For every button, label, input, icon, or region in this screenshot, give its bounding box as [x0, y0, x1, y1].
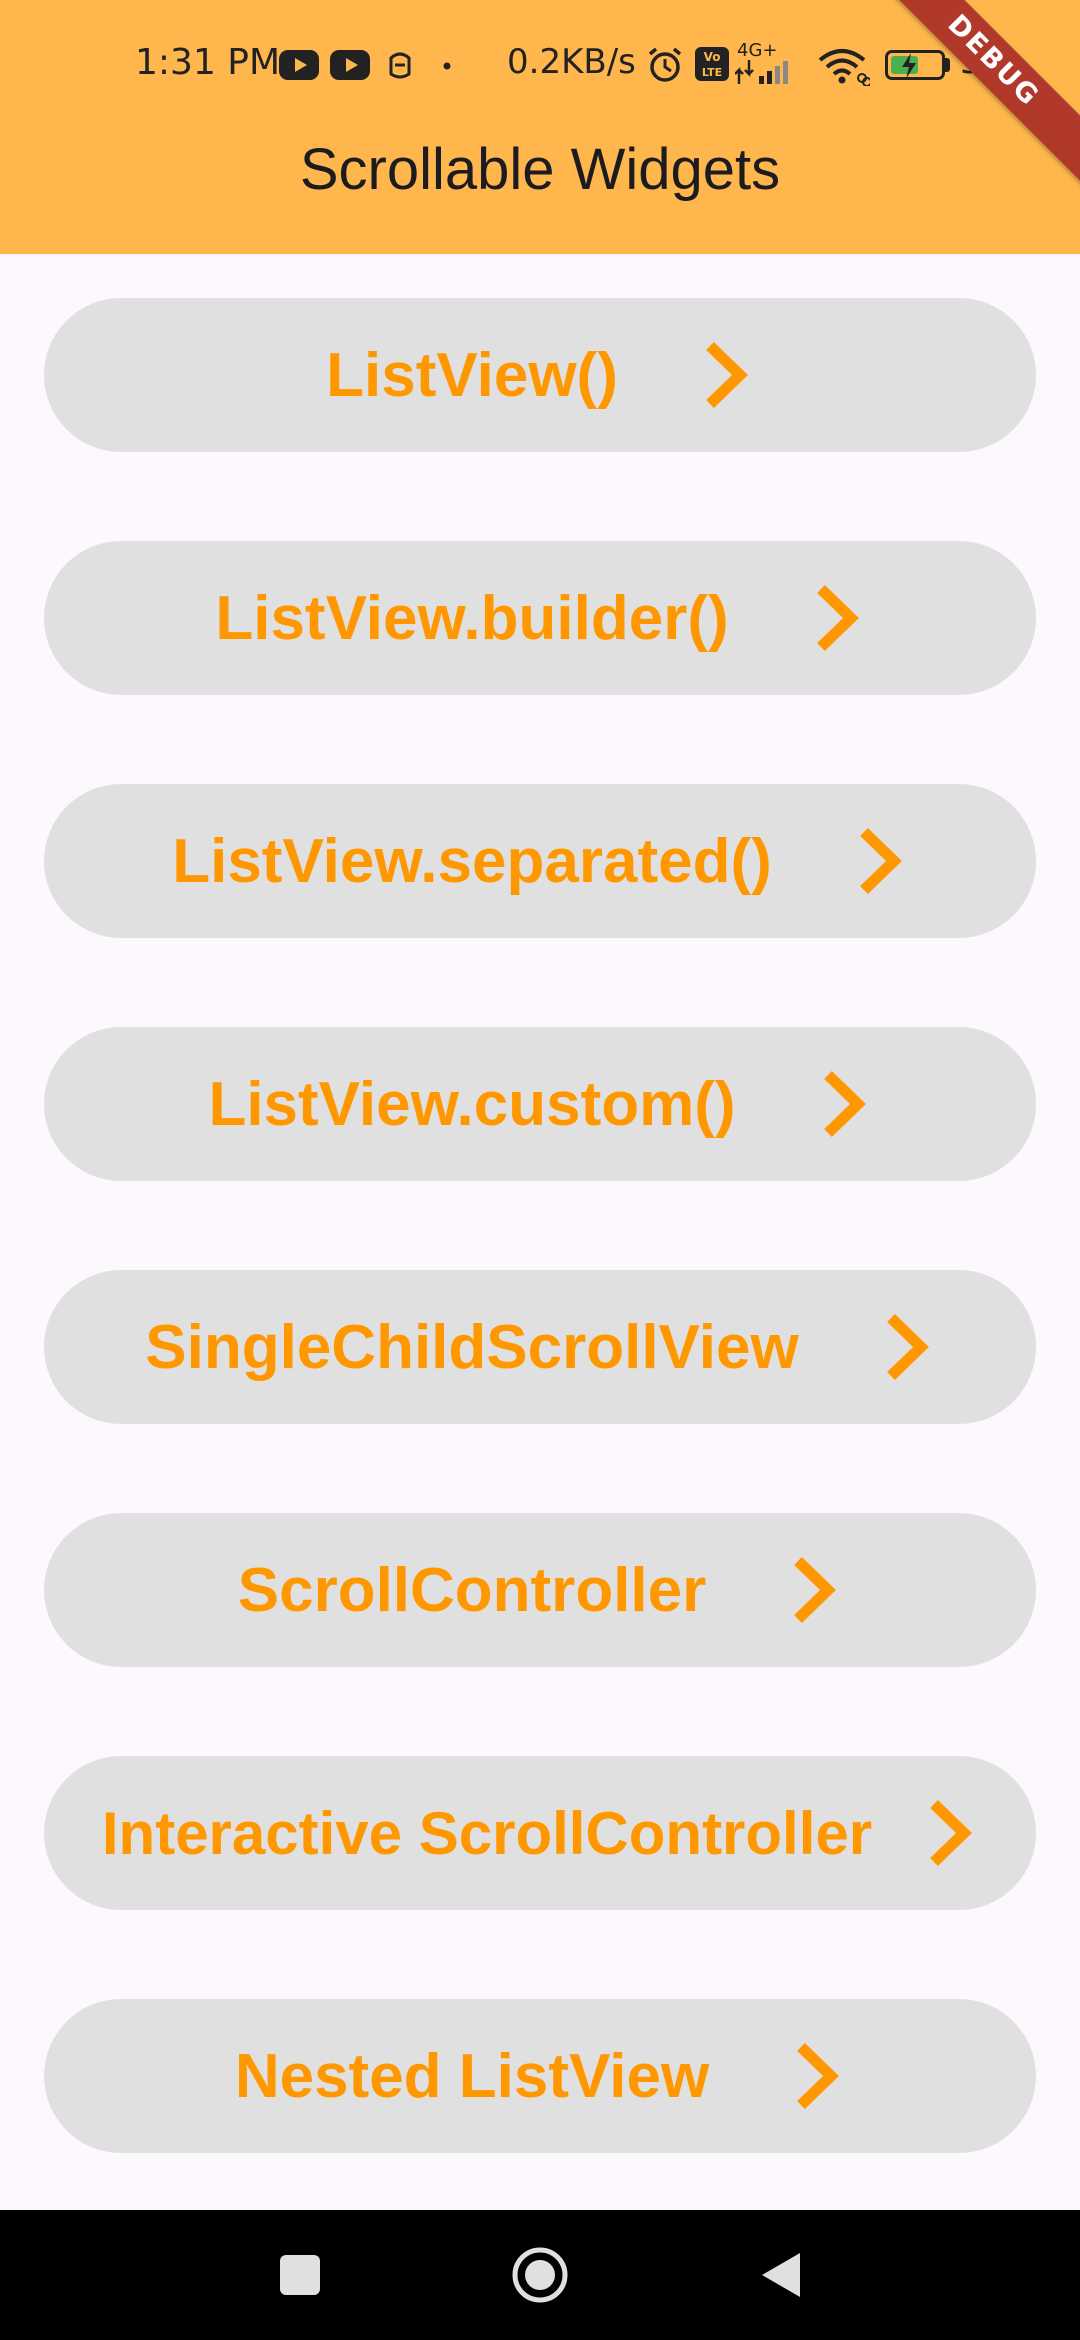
chevron-right-icon	[706, 342, 748, 408]
chevron-right-icon	[859, 828, 902, 894]
battery-nub	[945, 58, 950, 72]
status-time: 1:31 PM	[135, 42, 281, 83]
scroll-controller-button[interactable]: ScrollController	[44, 1513, 1036, 1667]
listview-custom-button[interactable]: ListView.custom()	[44, 1027, 1036, 1181]
page-title: Scrollable Widgets	[299, 137, 781, 202]
svg-text:LTE: LTE	[702, 66, 722, 79]
svg-text:Vo: Vo	[704, 50, 721, 64]
alarm-icon	[648, 47, 682, 82]
chevron-right-icon	[823, 1071, 866, 1137]
single-child-scroll-view-button[interactable]: SingleChildScrollView	[44, 1270, 1036, 1424]
button-label: ListView()	[326, 340, 618, 410]
youtube-notification-icon	[279, 50, 319, 80]
battery-icon	[885, 50, 945, 80]
listview-builder-button[interactable]: ListView.builder()	[44, 541, 1036, 695]
button-label: SingleChildScrollView	[145, 1312, 799, 1382]
more-notifications-dot-icon	[443, 62, 451, 70]
system-navigation-bar	[0, 2210, 1080, 2340]
chevron-right-icon	[816, 585, 859, 651]
app-bar: 1:31 PM 0.2KB/s Vo LTE 4G+ Scrollable Wi…	[0, 0, 1080, 254]
chevron-right-icon	[797, 2043, 840, 2109]
assistant-notification-icon	[389, 52, 411, 79]
volte-icon: Vo LTE	[695, 47, 729, 81]
interactive-scroll-controller-button[interactable]: Interactive ScrollController	[44, 1756, 1036, 1910]
signal-strength-icon	[735, 60, 788, 84]
chevron-right-icon	[886, 1314, 929, 1380]
chevron-right-icon	[930, 1800, 973, 1866]
nested-listview-button[interactable]: Nested ListView	[44, 1999, 1036, 2153]
button-label: Nested ListView	[234, 2041, 710, 2111]
chevron-right-icon	[794, 1557, 837, 1623]
recent-apps-icon[interactable]	[270, 2245, 330, 2305]
youtube-notification-icon	[330, 50, 370, 80]
network-speed: 0.2KB/s	[507, 42, 636, 82]
status-bar: 1:31 PM 0.2KB/s Vo LTE 4G+	[0, 28, 1080, 98]
listview-button[interactable]: ListView()	[44, 298, 1036, 452]
widget-list: ListView() ListView.builder() ListView.s…	[44, 298, 1036, 2242]
listview-separated-button[interactable]: ListView.separated()	[44, 784, 1036, 938]
button-label: ListView.separated()	[172, 826, 772, 896]
button-label: ListView.builder()	[215, 583, 729, 653]
button-label: Interactive ScrollController	[101, 1799, 873, 1867]
button-label: ListView.custom()	[208, 1069, 736, 1139]
button-label: ScrollController	[237, 1555, 707, 1625]
back-icon[interactable]	[750, 2245, 810, 2305]
home-icon[interactable]	[510, 2245, 570, 2305]
wifi-icon	[818, 49, 870, 86]
